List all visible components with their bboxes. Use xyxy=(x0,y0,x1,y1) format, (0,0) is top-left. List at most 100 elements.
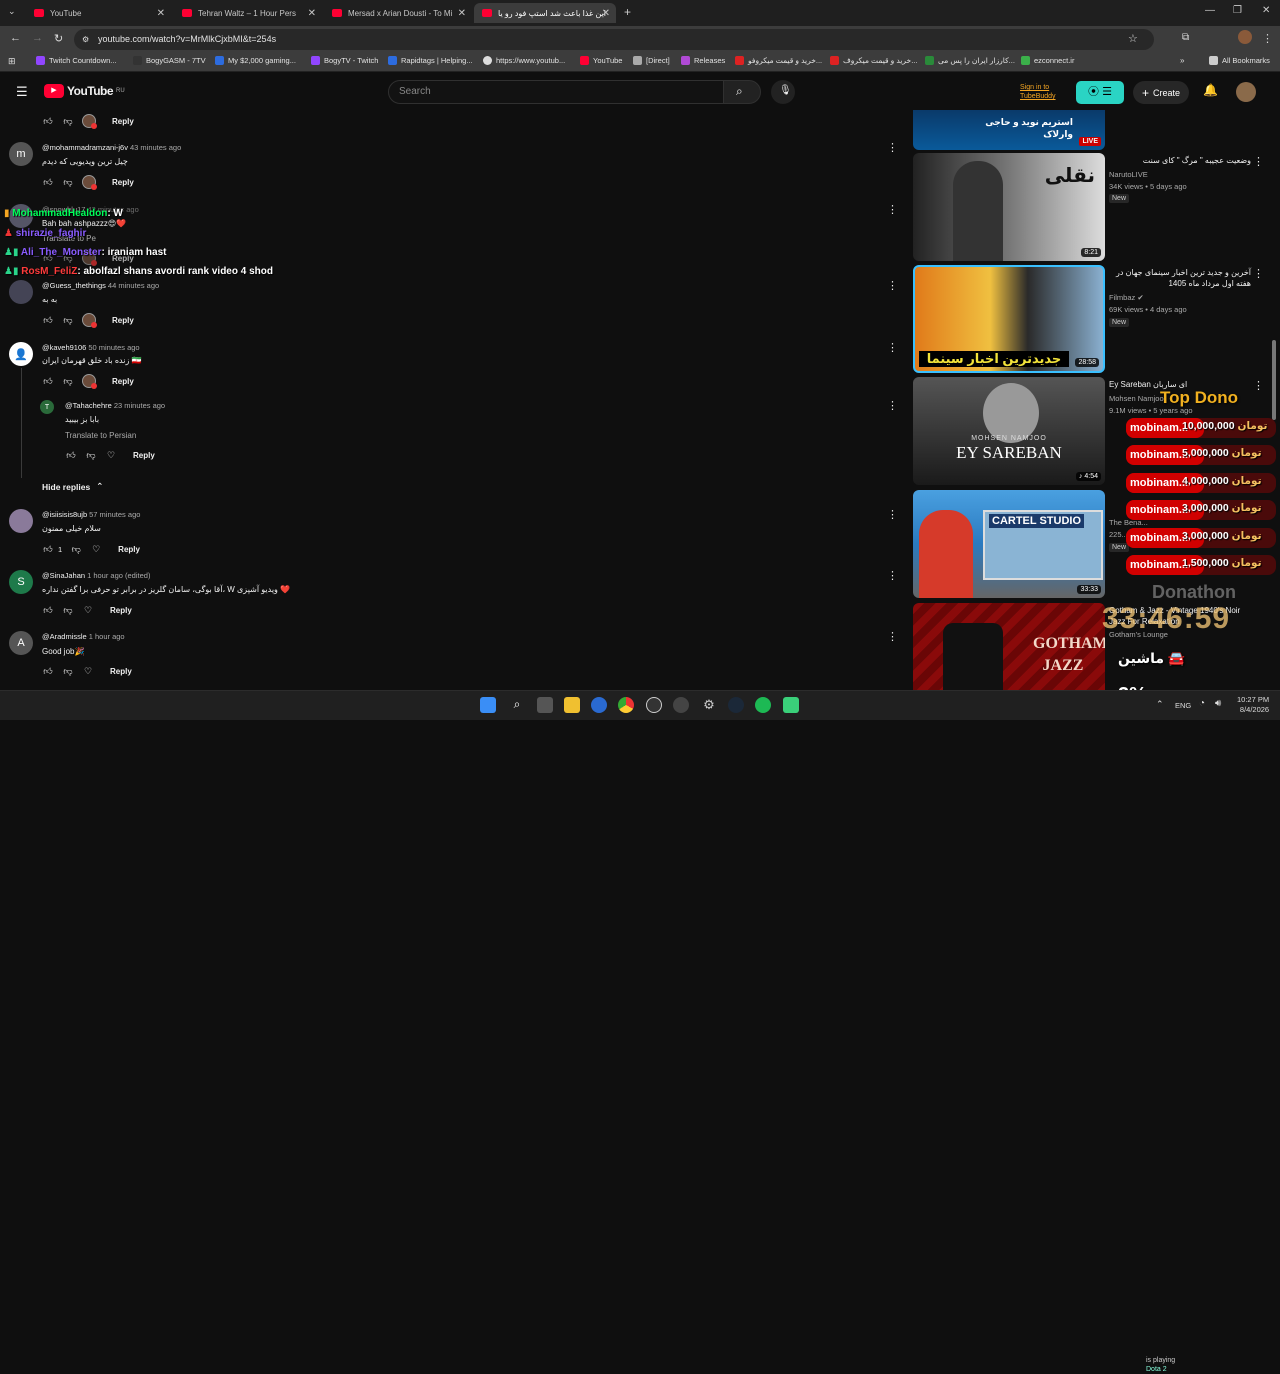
language-indicator[interactable]: ENG xyxy=(1175,701,1191,710)
like-icon[interactable]: 👍︎ xyxy=(42,314,54,326)
author-name[interactable]: @mohammadramzani-j6v xyxy=(42,143,128,152)
obs-icon[interactable] xyxy=(646,697,662,713)
voice-search-button[interactable]: 🎙 xyxy=(771,80,795,104)
channel-name[interactable]: NarutoLIVE xyxy=(1109,170,1148,179)
video-menu-icon[interactable]: ⋮ xyxy=(1253,155,1264,168)
heart-icon[interactable]: ♡ xyxy=(105,449,117,461)
bookmark-item[interactable]: Twitch Countdown... xyxy=(36,56,117,65)
comment-time[interactable]: 1 hour ago xyxy=(89,632,125,641)
video-card[interactable]: استریم نوید و حاجی وارلاک LIVE xyxy=(913,110,1273,150)
comment-menu-icon[interactable]: ⋮ xyxy=(887,569,898,582)
notifications-bell-icon[interactable]: 🔔 xyxy=(1203,83,1218,97)
author-name[interactable]: @isiisisis8ujb xyxy=(42,510,87,519)
comment-author[interactable]: @Tahachehre 23 minutes ago xyxy=(65,401,165,410)
bookmark-item[interactable]: My $2,000 gaming... xyxy=(215,56,296,65)
wifi-icon[interactable]: ◔ xyxy=(1199,698,1205,709)
chevron-right-icon[interactable]: » xyxy=(1180,56,1184,65)
comment-menu-icon[interactable]: ⋮ xyxy=(887,203,898,216)
reload-icon[interactable]: ↻ xyxy=(54,32,63,45)
heart-icon[interactable]: ♡ xyxy=(82,604,94,616)
search-icon[interactable]: ⌕ xyxy=(509,697,525,713)
reply-button[interactable]: Reply xyxy=(112,117,134,126)
video-card[interactable]: نقلی 8:21 وضعیت عجیبه " مرگ " کای سنت Na… xyxy=(913,153,1273,261)
reply-button[interactable]: Reply xyxy=(112,377,134,386)
account-avatar[interactable] xyxy=(1236,82,1256,102)
bookmark-item[interactable]: [Direct] xyxy=(633,56,670,65)
close-icon[interactable]: ✕ xyxy=(157,8,165,19)
chevron-up-icon[interactable]: ⌃ xyxy=(1156,699,1164,710)
spotify-icon[interactable] xyxy=(755,697,771,713)
start-icon[interactable] xyxy=(480,697,496,713)
like-icon[interactable]: 👍︎ xyxy=(42,665,54,677)
search-button[interactable]: ⌕ xyxy=(723,80,761,104)
comment-time[interactable]: 57 minutes ago xyxy=(89,510,140,519)
steam-icon[interactable] xyxy=(728,697,744,713)
create-button[interactable]: + Create xyxy=(1133,81,1189,104)
video-thumbnail[interactable]: CARTEL STUDIO 33:33 xyxy=(913,490,1105,598)
comment-time[interactable]: 23 minutes ago xyxy=(114,401,165,410)
apps-icon[interactable]: ⊞ xyxy=(8,56,16,67)
channel-name[interactable]: Mohsen Namjoo xyxy=(1109,394,1164,403)
avatar[interactable]: 👤 xyxy=(9,342,33,366)
author-name[interactable]: @Tahachehre xyxy=(65,401,112,410)
comment-menu-icon[interactable]: ⋮ xyxy=(887,341,898,354)
tab-active-video[interactable]: این غذا باعث شد استپ فود رو یا ✕ xyxy=(474,3,616,23)
comment-author[interactable]: @isiisisis8ujb 57 minutes ago xyxy=(42,510,140,519)
comment-menu-icon[interactable]: ⋮ xyxy=(887,141,898,154)
task-view-icon[interactable] xyxy=(537,697,553,713)
comment-menu-icon[interactable]: ⋮ xyxy=(887,399,898,412)
reply-button[interactable]: Reply xyxy=(112,316,134,325)
comment-author[interactable]: @Aradmissle 1 hour ago xyxy=(42,632,125,641)
reply-button[interactable]: Reply xyxy=(133,451,155,460)
video-thumbnail[interactable]: GOTHAM JAZZ xyxy=(913,603,1105,690)
dislike-icon[interactable]: 👎︎ xyxy=(62,115,74,127)
search-input[interactable]: Search xyxy=(388,80,724,104)
bookmark-item[interactable]: Rapidtags | Helping... xyxy=(388,56,473,65)
like-icon[interactable]: 👍︎ xyxy=(42,604,54,616)
heart-icon[interactable]: ♡ xyxy=(82,665,94,677)
comment-author[interactable]: @kaveh9106 50 minutes ago xyxy=(42,343,140,352)
video-menu-icon[interactable]: ⋮ xyxy=(1253,267,1264,280)
video-thumbnail[interactable]: جدیدترین اخبار سینما 28:58 xyxy=(913,265,1105,373)
comment-menu-icon[interactable]: ⋮ xyxy=(887,508,898,521)
hide-replies-button[interactable]: Hide replies ⌃ xyxy=(42,481,103,492)
all-bookmarks[interactable]: All Bookmarks xyxy=(1209,56,1270,65)
dislike-icon[interactable]: 👎︎ xyxy=(62,604,74,616)
author-name[interactable]: @kaveh9106 xyxy=(42,343,86,352)
settings-icon[interactable]: ⚙ xyxy=(701,697,717,713)
minimize-button[interactable]: — xyxy=(1205,5,1215,16)
video-card[interactable]: جدیدترین اخبار سینما 28:58 آخرین و جدید … xyxy=(913,265,1273,373)
volume-icon[interactable]: 🔊︎ xyxy=(1215,698,1221,709)
bookmark-item[interactable]: خرید و قیمت میکروفو... xyxy=(735,56,822,65)
avatar[interactable]: m xyxy=(9,142,33,166)
avatar[interactable] xyxy=(9,280,33,304)
tab-youtube[interactable]: YouTube ✕ xyxy=(26,3,171,23)
dislike-icon[interactable]: 👎︎ xyxy=(70,543,82,555)
like-icon[interactable]: 👍︎ xyxy=(65,449,77,461)
comment-menu-icon[interactable]: ⋮ xyxy=(887,279,898,292)
tubebuddy-sign-in[interactable]: Sign in to TubeBuddy xyxy=(1020,83,1072,101)
bookmark-item[interactable]: BogyGASM - 7TV xyxy=(133,56,206,65)
clock[interactable]: 10:27 PM 8/4/2026 xyxy=(1237,695,1269,715)
close-icon[interactable]: ✕ xyxy=(458,8,466,19)
maximize-button[interactable]: ❐ xyxy=(1233,5,1242,16)
tubebuddy-button[interactable]: ⦿ ☰ xyxy=(1076,81,1124,104)
video-title[interactable]: آخرین و جدید ترین اخبار سینمای جهان در ه… xyxy=(1109,267,1251,289)
site-info-icon[interactable]: ⚙ xyxy=(82,35,89,44)
comment-menu-icon[interactable]: ⋮ xyxy=(887,630,898,643)
bookmark-item[interactable]: Releases xyxy=(681,56,725,65)
bookmark-item[interactable]: https://www.youtub... xyxy=(483,56,565,65)
hamburger-menu-icon[interactable]: ☰ xyxy=(16,84,28,100)
author-name[interactable]: @Aradmissle xyxy=(42,632,87,641)
video-thumbnail[interactable]: نقلی 8:21 xyxy=(913,153,1105,261)
video-title[interactable]: وضعیت عجیبه " مرگ " کای سنت xyxy=(1109,155,1251,166)
comment-author[interactable]: @mohammadramzani-j6v 43 minutes ago xyxy=(42,143,181,152)
comment-time[interactable]: 50 minutes ago xyxy=(88,343,139,352)
app-icon[interactable] xyxy=(591,697,607,713)
comment-time[interactable]: 44 minutes ago xyxy=(108,281,159,290)
close-icon[interactable]: ✕ xyxy=(602,8,610,19)
back-icon[interactable]: ← xyxy=(10,32,21,44)
avatar[interactable]: A xyxy=(9,631,33,655)
video-thumbnail[interactable]: استریم نوید و حاجی وارلاک LIVE xyxy=(913,110,1105,150)
avatar[interactable]: S xyxy=(9,570,33,594)
